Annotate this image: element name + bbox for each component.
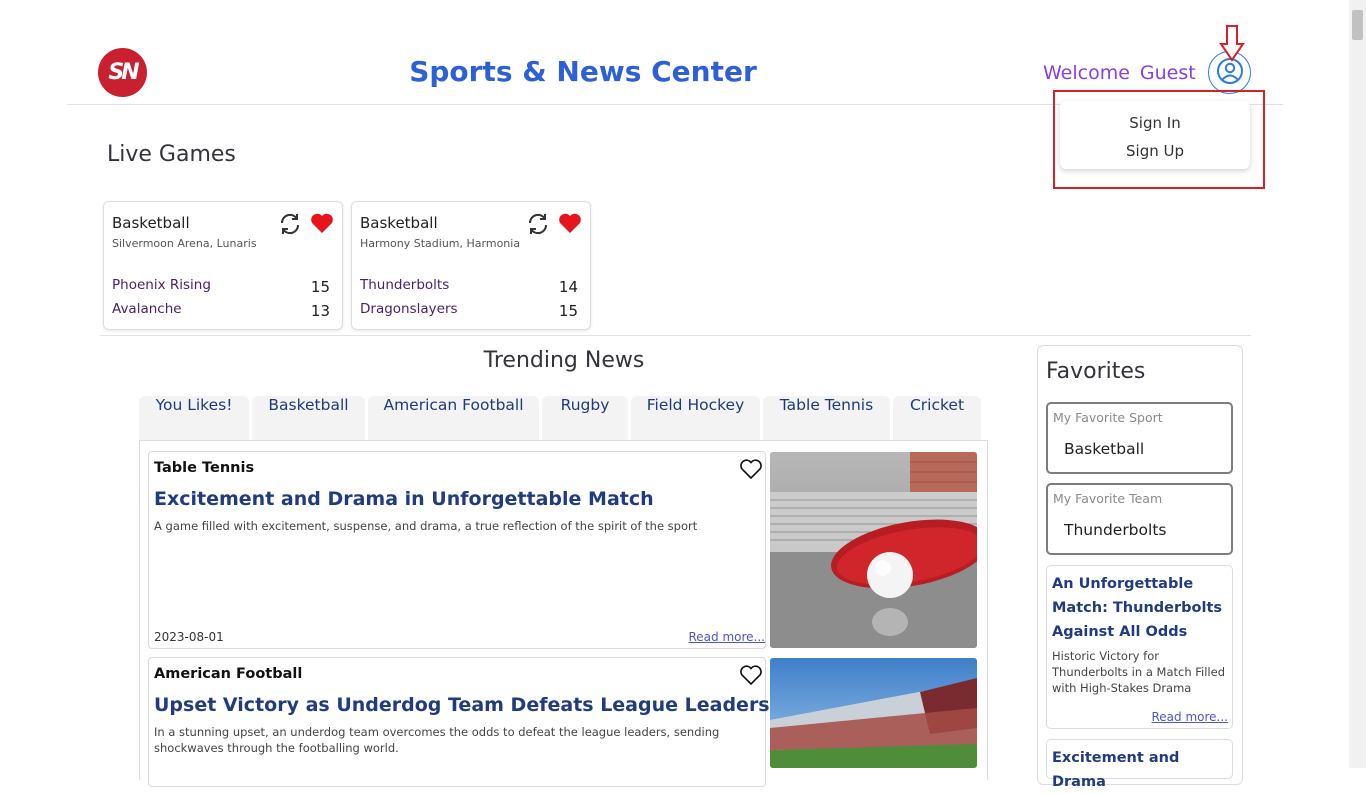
tab-table-tennis[interactable]: Table Tennis [763, 396, 890, 440]
favorite-news-card[interactable]: An Unforgettable Match: Thunderbolts Aga… [1046, 565, 1233, 729]
news-card[interactable]: Table Tennis Excitement and Drama in Unf… [148, 451, 766, 649]
game-card: Basketball Harmony Stadium, Harmonia Thu… [351, 201, 591, 330]
article-category: Table Tennis [154, 460, 255, 476]
tab-basketball[interactable]: Basketball [252, 396, 365, 440]
article-date: 2023-08-01 [154, 630, 224, 644]
tab-you-likes[interactable]: You Likes! [139, 396, 249, 440]
down-arrow-icon [1219, 24, 1245, 66]
team-score: 14 [558, 278, 578, 296]
article-description: A game filled with excitement, suspense,… [154, 519, 698, 533]
scrollbar-thumb[interactable] [1352, 10, 1363, 40]
news-tabs: You Likes! Basketball American Football … [139, 396, 981, 440]
favorite-news-description: Historic Victory for Thunderbolts in a M… [1052, 649, 1226, 695]
article-category: American Football [154, 666, 303, 682]
page-scrollbar[interactable] [1349, 0, 1366, 768]
heart-icon[interactable] [558, 212, 582, 238]
game-sport: Basketball [112, 214, 190, 232]
tab-rugby[interactable]: Rugby [542, 396, 628, 440]
team-score: 15 [558, 302, 578, 320]
favorite-sport-label: My Favorite Sport [1053, 410, 1163, 425]
favorite-team-value: Thunderbolts [1064, 521, 1167, 539]
refresh-icon[interactable] [526, 212, 550, 240]
tab-cricket[interactable]: Cricket [893, 396, 981, 440]
team-name: Avalanche [112, 301, 182, 317]
article-title[interactable]: Upset Victory as Underdog Team Defeats L… [154, 694, 770, 716]
game-sport: Basketball [360, 214, 438, 232]
refresh-icon[interactable] [278, 212, 302, 240]
team-score: 15 [310, 278, 330, 296]
team-score: 13 [310, 302, 330, 320]
stadium-image [770, 658, 977, 768]
team-name: Phoenix Rising [112, 277, 211, 293]
user-name: Guest [1139, 62, 1196, 84]
welcome-label: Welcome [1043, 62, 1130, 84]
favorite-team-field[interactable]: My Favorite Team Thunderbolts [1046, 483, 1233, 555]
favorite-news-title[interactable]: Excitement and Drama [1052, 746, 1228, 794]
favorite-sport-value: Basketball [1064, 440, 1145, 458]
page-title: Sports & News Center [409, 55, 757, 88]
heart-outline-icon[interactable] [739, 458, 763, 484]
table-tennis-image [770, 452, 977, 648]
highlight-box [1053, 90, 1265, 189]
heart-icon[interactable] [310, 212, 334, 238]
favorite-news-card[interactable]: Excitement and Drama [1046, 739, 1233, 790]
game-venue: Harmony Stadium, Harmonia [360, 237, 521, 250]
favorite-team-label: My Favorite Team [1053, 491, 1163, 506]
team-name: Dragonslayers [360, 301, 458, 317]
game-card: Basketball Silvermoon Arena, Lunaris Pho… [103, 201, 343, 330]
live-games-heading: Live Games [107, 142, 236, 167]
read-more-link[interactable]: Read more... [689, 630, 766, 644]
game-venue: Silvermoon Arena, Lunaris [112, 237, 257, 250]
section-divider [100, 335, 1251, 336]
read-more-link[interactable]: Read more... [1152, 710, 1229, 724]
tab-field-hockey[interactable]: Field Hockey [631, 396, 760, 440]
favorites-heading: Favorites [1046, 359, 1146, 384]
article-title[interactable]: Excitement and Drama in Unforgettable Ma… [154, 488, 654, 510]
team-name: Thunderbolts [360, 277, 450, 293]
tab-american-football[interactable]: American Football [368, 396, 539, 440]
trending-news-heading: Trending News [483, 348, 645, 373]
welcome-text: Welcome Guest [1043, 62, 1196, 84]
heart-outline-icon[interactable] [739, 664, 763, 690]
article-description: In a stunning upset, an underdog team ov… [154, 725, 720, 755]
favorite-sport-field[interactable]: My Favorite Sport Basketball [1046, 402, 1233, 474]
favorite-news-title[interactable]: An Unforgettable Match: Thunderbolts Aga… [1052, 572, 1228, 644]
